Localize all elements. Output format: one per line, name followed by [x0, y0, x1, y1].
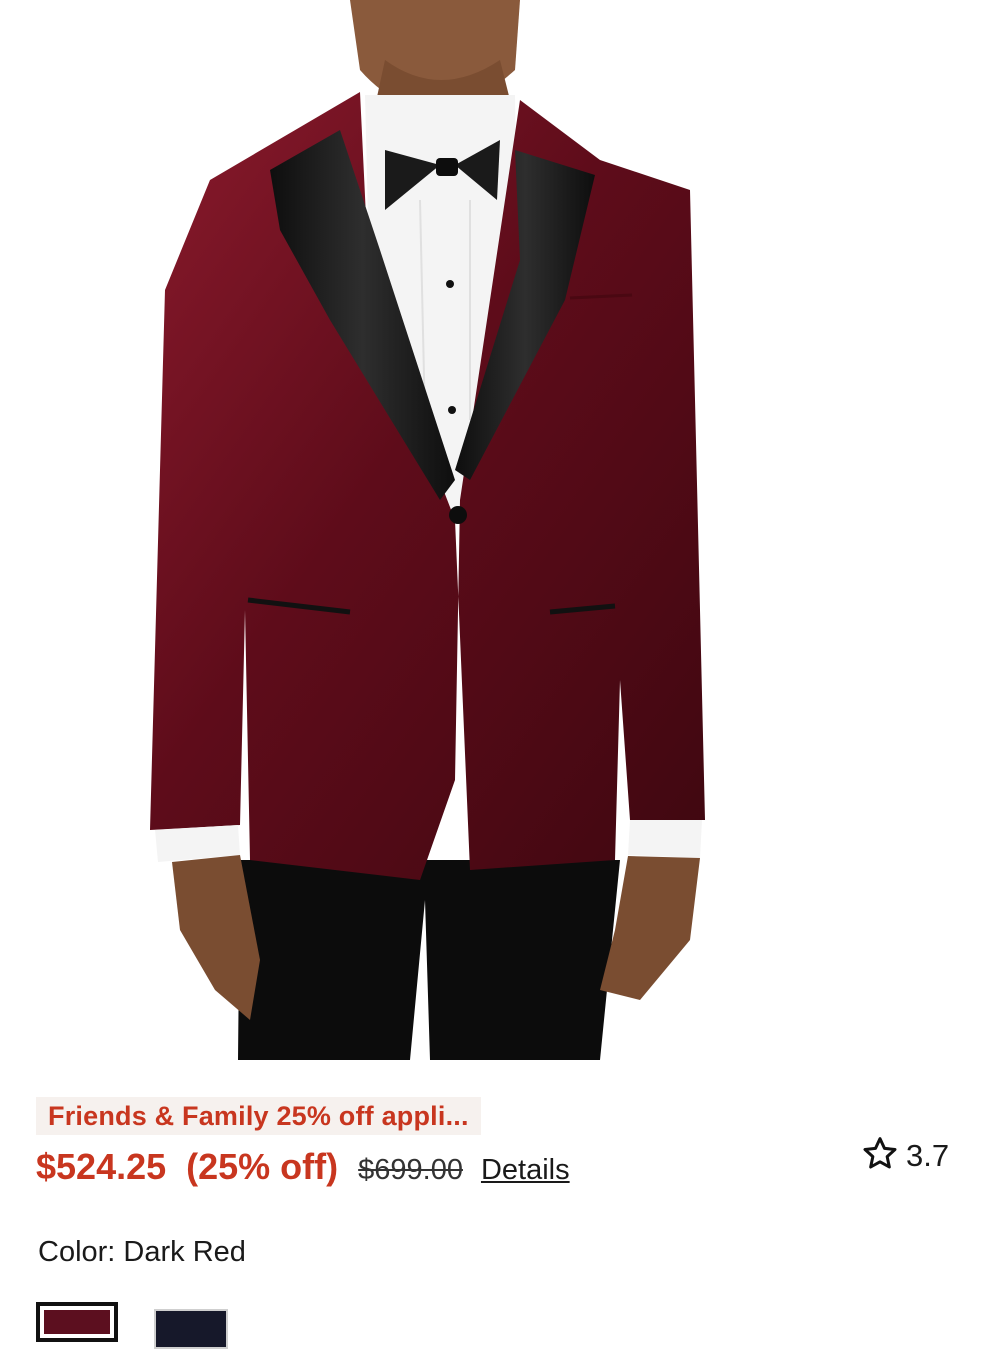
- original-price: $699.00: [358, 1154, 463, 1186]
- product-image[interactable]: [0, 0, 1000, 1070]
- swatch-dark-red[interactable]: [36, 1302, 118, 1342]
- promo-banner[interactable]: Friends & Family 25% off appli...: [36, 1097, 481, 1135]
- rating-value: 3.7: [906, 1138, 950, 1173]
- rating[interactable]: 3.7: [860, 1134, 949, 1178]
- sale-price: $524.25: [36, 1146, 167, 1187]
- price-row: $524.25 (25% off) $699.00 Details: [36, 1146, 570, 1196]
- details-link[interactable]: Details: [481, 1154, 570, 1187]
- star-outline-icon: [860, 1134, 900, 1179]
- color-label: Color: Dark Red: [38, 1236, 246, 1268]
- discount-percent: (25% off): [186, 1146, 339, 1187]
- swatch-fill: [156, 1311, 226, 1347]
- swatch-navy[interactable]: [154, 1309, 228, 1349]
- swatch-fill: [44, 1310, 110, 1334]
